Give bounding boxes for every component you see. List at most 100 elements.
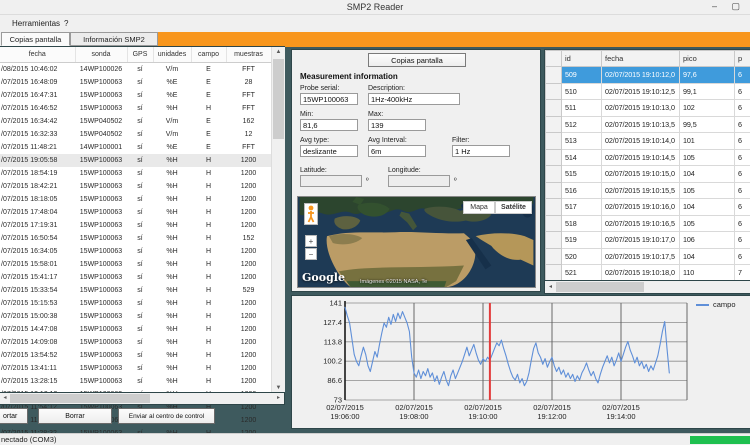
table-row[interactable]: /07/2015 18:54:1915WP100063sí%HH1200 — [0, 167, 271, 180]
google-map[interactable]: + − Mapa Satélite Google Imágenes ©2015 … — [297, 196, 536, 288]
col-pico[interactable]: pico — [680, 51, 735, 67]
table-row[interactable]: /07/2015 16:46:5215WP100063sí%HHFFT — [0, 102, 271, 115]
table-cell: V/m — [153, 115, 191, 128]
col-id[interactable]: id — [562, 51, 602, 67]
send-to-control-center-button[interactable]: Enviar al centro de control — [118, 408, 215, 424]
table-row[interactable]: /07/2015 16:47:3115WP100063sí%EEFFT — [0, 89, 271, 102]
col-sonda[interactable]: sonda — [75, 47, 127, 63]
scroll-left-icon[interactable]: ◂ — [545, 281, 556, 293]
table-row[interactable]: /07/2015 15:41:1715WP100063sí%HH1200 — [0, 271, 271, 284]
copias-pantalla-button[interactable]: Copias pantalla — [368, 53, 466, 67]
col-campo[interactable]: campo — [191, 47, 226, 63]
longitude-field[interactable] — [388, 175, 450, 187]
latitude-degree-icon: º — [366, 178, 369, 185]
table-row[interactable]: 51002/07/2015 19:10:12,599,16 — [546, 83, 750, 100]
table-row[interactable]: /07/2015 19:05:5815WP100063sí%HH1200 — [0, 154, 271, 167]
scroll-up-icon[interactable]: ▲ — [272, 47, 285, 57]
description-field[interactable]: 1Hz-400kHz — [368, 93, 460, 105]
probe-serial-field[interactable]: 15WP100063 — [300, 93, 358, 105]
table-row[interactable]: 51302/07/2015 19:10:14,01016 — [546, 133, 750, 150]
tab-informacion-smp2[interactable]: Información SMP2 — [70, 32, 158, 46]
table-row[interactable]: /07/2015 13:54:5215WP100063sí%HH1200 — [0, 349, 271, 362]
max-field[interactable]: 139 — [368, 119, 426, 131]
col-muestras[interactable]: muestras — [226, 47, 271, 63]
table-cell: 99,5 — [680, 116, 735, 133]
table-row[interactable]: /07/2015 16:34:4215WP040502síV/mE162 — [0, 115, 271, 128]
table-row[interactable]: /07/2015 16:32:3315WP040502síV/mE12 — [0, 128, 271, 141]
x-axis-date-label: 02/07/2015 — [533, 403, 571, 412]
table-cell: %H — [153, 310, 191, 323]
vertical-scrollbar[interactable]: ▲ ▼ — [271, 47, 285, 393]
table-row[interactable]: 51202/07/2015 19:10:13,599,56 — [546, 116, 750, 133]
avg-interval-field[interactable]: 6m — [368, 145, 426, 157]
scrollbar-thumb[interactable] — [10, 394, 150, 403]
zoom-in-button[interactable]: + — [305, 235, 317, 247]
table-row[interactable]: /07/2015 13:28:1515WP100063sí%HH1200 — [0, 375, 271, 388]
avg-type-field[interactable]: deslizante — [300, 145, 358, 157]
table-cell: E — [191, 115, 226, 128]
horizontal-scrollbar[interactable]: ◂ ▸ — [0, 393, 284, 404]
section-title: Measurement information — [300, 72, 398, 81]
map-type-satelite-button[interactable]: Satélite — [495, 201, 532, 214]
scroll-right-icon[interactable]: ▸ — [273, 393, 284, 404]
table-row[interactable]: /07/2015 15:33:5415WP100063sí%HH529 — [0, 284, 271, 297]
table-row[interactable]: /07/2015 16:50:5415WP100063sí%HH152 — [0, 232, 271, 245]
menu-help[interactable]: ? — [60, 18, 72, 30]
table-row[interactable]: 50902/07/2015 19:10:12,097,66 — [546, 67, 750, 84]
map-type-mapa-button[interactable]: Mapa — [463, 201, 495, 214]
table-row[interactable]: /07/2015 15:58:0115WP100063sí%HH1200 — [0, 258, 271, 271]
col-fecha[interactable]: fecha — [0, 47, 75, 63]
table-cell: 104 — [680, 166, 735, 183]
table-cell: sí — [127, 362, 153, 375]
scrollbar-thumb[interactable] — [273, 59, 284, 139]
latitude-field[interactable] — [300, 175, 362, 187]
pegman-icon[interactable] — [304, 203, 318, 225]
table-row[interactable]: 52102/07/2015 19:10:18,01107 — [546, 265, 750, 282]
table-row[interactable]: /07/2015 14:09:0815WP100063sí%HH1200 — [0, 336, 271, 349]
delete-button[interactable]: Borrar — [38, 408, 112, 424]
minimize-icon[interactable]: – — [712, 1, 723, 11]
longitude-degree-icon: º — [454, 178, 457, 185]
horizontal-scrollbar[interactable]: ◂ — [545, 281, 750, 293]
google-logo[interactable]: Google — [302, 271, 345, 284]
scroll-down-icon[interactable]: ▼ — [272, 383, 285, 393]
table-row[interactable]: /07/2015 18:42:2115WP100063sí%HH1200 — [0, 180, 271, 193]
table-cell: sí — [127, 180, 153, 193]
filter-field[interactable]: 1 Hz — [452, 145, 510, 157]
table-row[interactable]: 52002/07/2015 19:10:17,51046 — [546, 248, 750, 265]
min-field[interactable]: 81,6 — [300, 119, 358, 131]
table-row[interactable]: 51102/07/2015 19:10:13,01026 — [546, 100, 750, 117]
zoom-out-button[interactable]: − — [305, 248, 317, 260]
table-cell: /07/2015 15:33:54 — [0, 284, 75, 297]
table-row[interactable]: /07/2015 13:41:1115WP100063sí%HH1200 — [0, 362, 271, 375]
tab-copias-pantalla[interactable]: Copias pantalla — [1, 32, 70, 46]
maximize-icon[interactable]: ▢ — [731, 1, 746, 11]
table-row[interactable]: 51802/07/2015 19:10:16,51056 — [546, 215, 750, 232]
col-unidades[interactable]: unidades — [153, 47, 191, 63]
table-row[interactable]: /07/2015 15:00:3815WP100063sí%HH1200 — [0, 310, 271, 323]
col-gps[interactable]: GPS — [127, 47, 153, 63]
table-row[interactable]: 51702/07/2015 19:10:16,01046 — [546, 199, 750, 216]
title-bar[interactable]: SMP2 Reader – ▢ — [0, 0, 750, 14]
scrollbar-thumb[interactable] — [556, 282, 644, 292]
table-row[interactable]: /07/2015 16:48:0915WP100063sí%EE28 — [0, 76, 271, 89]
table-row[interactable]: /07/2015 17:48:0415WP100063sí%HH1200 — [0, 206, 271, 219]
table-row[interactable]: 51402/07/2015 19:10:14,51056 — [546, 149, 750, 166]
scroll-left-icon[interactable]: ◂ — [0, 393, 10, 404]
table-row[interactable]: /07/2015 15:15:5315WP100063sí%HH1200 — [0, 297, 271, 310]
menu-herramientas[interactable]: Herramientas — [8, 18, 64, 30]
col-fecha[interactable]: fecha — [602, 51, 680, 67]
samples-grid: id fecha pico p 50902/07/2015 19:10:12,0… — [545, 50, 750, 281]
table-row[interactable]: 51602/07/2015 19:10:15,51056 — [546, 182, 750, 199]
table-row[interactable]: /07/2015 17:19:3115WP100063sí%HH1200 — [0, 219, 271, 232]
table-row[interactable]: /07/2015 16:34:0515WP100063sí%HH1200 — [0, 245, 271, 258]
table-row[interactable]: /07/2015 11:48:2114WP100001sí%EEFFT — [0, 141, 271, 154]
table-row[interactable]: /07/2015 14:47:0815WP100063sí%HH1200 — [0, 323, 271, 336]
table-row[interactable]: /08/2015 10:46:0214WP100026síV/mEFFT — [0, 63, 271, 77]
col-promedio[interactable]: p — [735, 51, 750, 67]
table-row[interactable]: 51902/07/2015 19:10:17,01066 — [546, 232, 750, 249]
table-row[interactable]: 51502/07/2015 19:10:15,01046 — [546, 166, 750, 183]
table-row[interactable]: /07/2015 18:18:0515WP100063sí%HH1200 — [0, 193, 271, 206]
export-button[interactable]: ortar — [0, 408, 28, 424]
table-cell: H — [191, 297, 226, 310]
